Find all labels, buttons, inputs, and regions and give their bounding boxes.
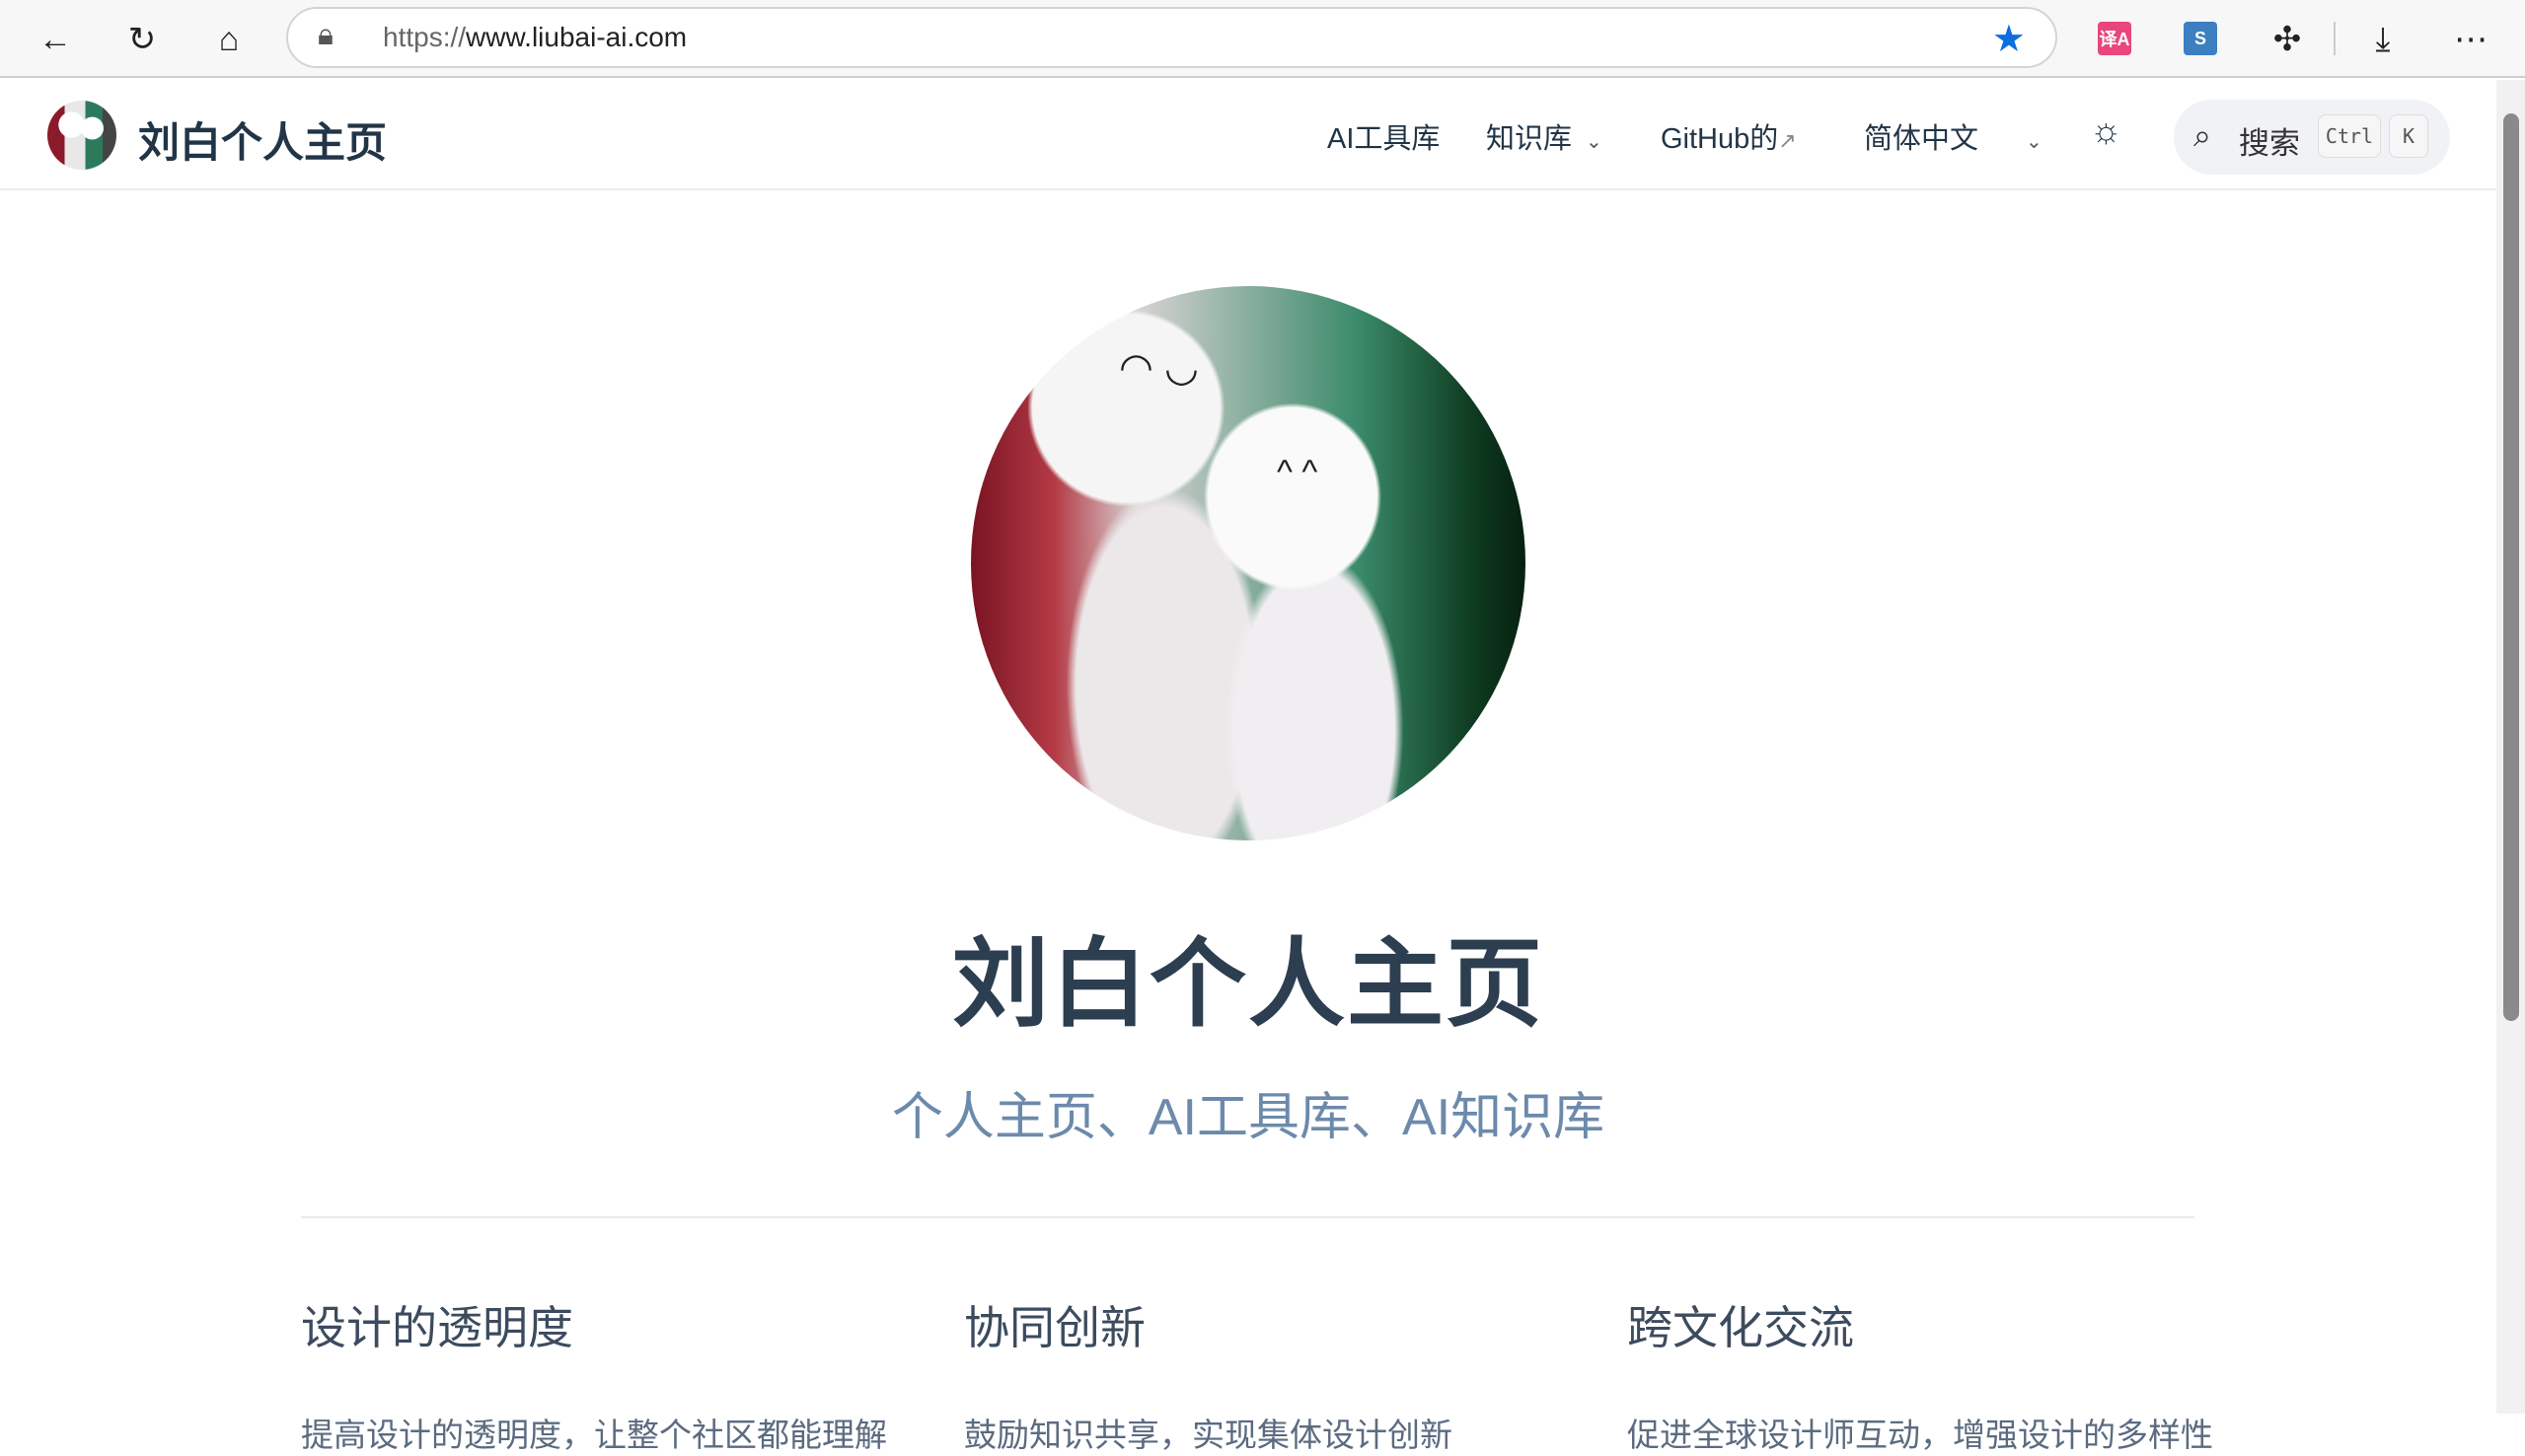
feature-desc: 鼓励知识共享，实现集体设计创新 — [964, 1417, 1452, 1453]
chevron-down-icon: ⌄ — [1586, 131, 1602, 153]
site-logo[interactable] — [47, 101, 116, 170]
feature-title: 跨文化交流 — [1627, 1302, 1854, 1353]
nav-github[interactable]: GitHub的↗ — [1661, 115, 1797, 157]
hero-avatar-image: ◠ ◡ ^ ^ — [971, 286, 1525, 840]
doll-face: ◠ ◡ — [1119, 346, 1199, 390]
hero-subtitle: 个人主页、AI工具库、AI知识库 — [891, 1089, 1605, 1146]
browser-toolbar: ← ↻ ⌂ 🔒︎ https://www.liubai-ai.com ★ 译A … — [0, 0, 2525, 78]
hero-title: 刘白个人主页 — [951, 929, 1544, 1038]
site-navbar: 刘白个人主页 AI工具库 知识库 ⌄ GitHub的↗ 简体中文 ⌄ ☼ ⌕ 搜索 … — [0, 80, 2496, 190]
scrollbar[interactable] — [2496, 80, 2525, 1414]
favorite-star-icon[interactable]: ★ — [1992, 17, 2026, 61]
download-icon[interactable]: ⤓ — [2361, 18, 2405, 61]
feature-title: 协同创新 — [964, 1302, 1146, 1353]
doll-face: ^ ^ — [1277, 454, 1318, 491]
site-title[interactable]: 刘白个人主页 — [138, 109, 387, 170]
search-button[interactable]: ⌕ 搜索 Ctrl K — [2174, 100, 2450, 175]
more-menu-icon[interactable]: ⋯ — [2449, 18, 2492, 61]
nav-knowledge-base[interactable]: 知识库 ⌄ — [1486, 115, 1602, 157]
feature-desc: 提高设计的透明度，让整个社区都能理解 — [301, 1417, 887, 1453]
external-link-icon: ↗ — [1778, 128, 1797, 153]
translate-extension-icon[interactable]: 译A — [2098, 22, 2131, 55]
nav-ai-tools[interactable]: AI工具库 — [1327, 115, 1440, 157]
scrollbar-thumb[interactable] — [2503, 113, 2519, 1021]
kbd-ctrl: Ctrl — [2318, 114, 2381, 158]
s-extension-icon[interactable]: S — [2184, 22, 2217, 55]
search-icon: ⌕ — [2193, 117, 2211, 153]
toolbar-separator — [2334, 22, 2336, 55]
home-icon[interactable]: ⌂ — [207, 18, 251, 61]
feature-title: 设计的透明度 — [301, 1302, 573, 1353]
back-icon[interactable]: ← — [34, 18, 77, 61]
feature-desc: 促进全球设计师互动，增强设计的多样性 — [1627, 1417, 2213, 1453]
theme-toggle-sun-icon[interactable]: ☼ — [2090, 109, 2122, 151]
kbd-k: K — [2389, 114, 2428, 158]
url-text[interactable]: https://www.liubai-ai.com — [383, 22, 687, 53]
chevron-down-icon: ⌄ — [2026, 131, 2042, 153]
feature-card: 跨文化交流促进全球设计师互动，增强设计的多样性 — [1627, 1292, 2239, 1456]
lock-icon: 🔒︎ — [318, 19, 334, 51]
extensions-puzzle-icon[interactable]: ✣ — [2265, 18, 2309, 61]
language-select[interactable]: 简体中文 ⌄ — [1864, 115, 2042, 157]
feature-card: 设计的透明度提高设计的透明度，让整个社区都能理解 — [301, 1292, 913, 1456]
feature-card: 协同创新鼓励知识共享，实现集体设计创新 — [964, 1292, 1576, 1456]
refresh-icon[interactable]: ↻ — [120, 18, 164, 61]
divider — [301, 1216, 2194, 1218]
address-bar[interactable]: 🔒︎ https://www.liubai-ai.com ★ — [286, 7, 2057, 68]
